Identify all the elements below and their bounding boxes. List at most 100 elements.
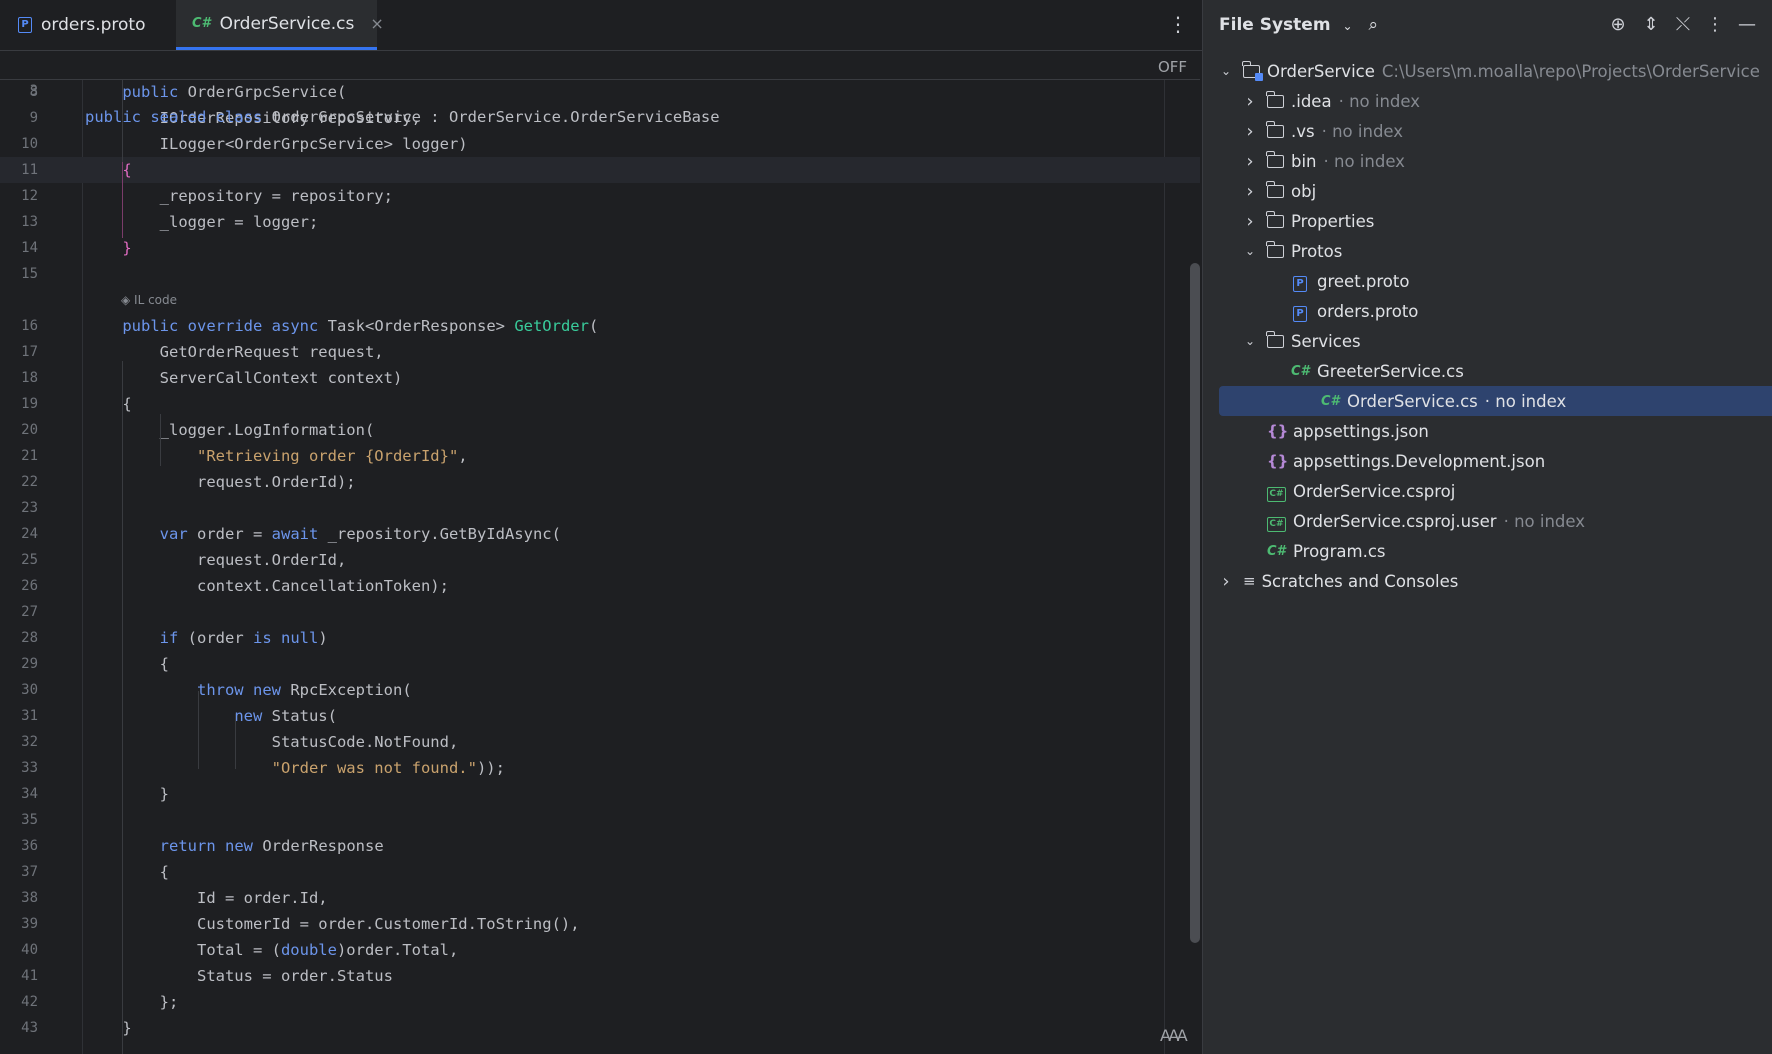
tree-item-label: Properties bbox=[1291, 211, 1375, 231]
tab-orderservice-cs[interactable]: C# OrderService.cs × bbox=[176, 0, 384, 50]
code-line[interactable]: 28 if (order is null) bbox=[0, 625, 1200, 651]
il-code-hint[interactable]: ◈ IL code bbox=[121, 290, 177, 310]
line-number: 16 bbox=[21, 318, 38, 334]
tree-item-greet-proto[interactable]: Pgreet.proto bbox=[1267, 266, 1409, 296]
code-line[interactable]: 8 public OrderGrpcService( bbox=[0, 79, 1200, 105]
code-line[interactable]: 11 { bbox=[0, 157, 1200, 183]
reader-mode-icon[interactable]: AAA bbox=[1160, 1026, 1188, 1045]
chevron-right-icon[interactable]: › bbox=[1243, 121, 1257, 142]
code-line[interactable]: 37 { bbox=[0, 859, 1200, 885]
csproj-glyph: C# bbox=[1267, 486, 1286, 502]
code-line[interactable]: 23 bbox=[0, 495, 1200, 521]
tree-item-orderservice-csproj[interactable]: C# OrderService.csproj bbox=[1243, 476, 1455, 506]
line-number: 43 bbox=[21, 1020, 38, 1036]
code-line[interactable]: 35 bbox=[0, 807, 1200, 833]
tree-item-idea[interactable]: › .idea · no index bbox=[1243, 86, 1420, 116]
sticky-scroll-header[interactable]: 3 public sealed class OrderGrpcService :… bbox=[0, 51, 1200, 126]
code-line[interactable]: 10 ILogger<OrderGrpcService> logger) bbox=[0, 131, 1200, 157]
code-line[interactable]: 27 bbox=[0, 599, 1200, 625]
off-label[interactable]: OFF bbox=[1158, 58, 1187, 76]
tree-item-appsettings-json[interactable]: {} appsettings.json bbox=[1243, 416, 1429, 446]
code-line[interactable]: 13 _logger = logger; bbox=[0, 209, 1200, 235]
code-line[interactable]: 43 } bbox=[0, 1015, 1200, 1041]
code-line[interactable]: 31 new Status( bbox=[0, 703, 1200, 729]
chevron-right-icon[interactable]: › bbox=[1243, 91, 1257, 112]
tree-item-label: Program.cs bbox=[1293, 541, 1386, 561]
folder-icon bbox=[1266, 240, 1284, 258]
tree-item-bin[interactable]: › bin · no index bbox=[1243, 146, 1405, 176]
tree-item-scratches-and-consoles[interactable]: › ≡ Scratches and Consoles bbox=[1219, 566, 1458, 596]
code-line[interactable]: 42 }; bbox=[0, 989, 1200, 1015]
tree-item-appsettings-development-json[interactable]: {} appsettings.Development.json bbox=[1243, 446, 1545, 476]
tree-item-protos[interactable]: ⌄ Protos bbox=[1243, 236, 1342, 266]
line-number: 29 bbox=[21, 656, 38, 672]
proto-file-icon: P bbox=[1291, 301, 1309, 322]
chevron-down-icon[interactable]: ⌄ bbox=[1342, 19, 1352, 33]
tree-item-orders-proto[interactable]: Porders.proto bbox=[1267, 296, 1418, 326]
code-line[interactable]: 20 _logger.LogInformation( bbox=[0, 417, 1200, 443]
search-icon[interactable]: ⌕ bbox=[1368, 15, 1378, 35]
chevron-down-icon[interactable]: ⌄ bbox=[1243, 334, 1257, 348]
close-tab-icon[interactable]: × bbox=[370, 14, 383, 33]
code-editor[interactable]: P orders.proto C# OrderService.cs × ⋮ 3 … bbox=[0, 0, 1202, 1054]
code-line[interactable]: 38 Id = order.Id, bbox=[0, 885, 1200, 911]
options-icon[interactable]: ⋮ bbox=[1705, 14, 1725, 35]
code-line[interactable]: 36 return new OrderResponse bbox=[0, 833, 1200, 859]
code-text: StatusCode.NotFound, bbox=[85, 733, 459, 751]
tab-orders-proto[interactable]: P orders.proto bbox=[18, 0, 168, 50]
code-line[interactable]: 41 Status = order.Status bbox=[0, 963, 1200, 989]
code-line[interactable]: 39 CustomerId = order.CustomerId.ToStrin… bbox=[0, 911, 1200, 937]
line-number: 17 bbox=[21, 344, 38, 360]
code-text: GetOrderRequest request, bbox=[85, 343, 384, 361]
chevron-right-icon[interactable]: › bbox=[1243, 211, 1257, 232]
collapse-all-icon[interactable]: ⤬ bbox=[1673, 14, 1693, 35]
expand-all-icon[interactable]: ⇕ bbox=[1641, 14, 1661, 35]
code-line[interactable]: 33 "Order was not found.")); bbox=[0, 755, 1200, 781]
line-number: 15 bbox=[21, 266, 38, 282]
code-line[interactable]: 17 GetOrderRequest request, bbox=[0, 339, 1200, 365]
code-line[interactable]: 14 } bbox=[0, 235, 1200, 261]
tree-item-services[interactable]: ⌄ Services bbox=[1243, 326, 1361, 356]
code-line[interactable]: 29 { bbox=[0, 651, 1200, 677]
code-line[interactable]: 19 { bbox=[0, 391, 1200, 417]
tree-item-obj[interactable]: › obj bbox=[1243, 176, 1316, 206]
tree-item-orderservice-cs[interactable]: C# OrderService.cs · no index bbox=[1219, 386, 1772, 416]
code-line[interactable]: 32 StatusCode.NotFound, bbox=[0, 729, 1200, 755]
line-number: 33 bbox=[21, 760, 38, 776]
panel-title[interactable]: File System ⌄ ⌕ bbox=[1219, 15, 1378, 35]
more-tabs-icon[interactable]: ⋮ bbox=[1168, 14, 1188, 34]
minimize-icon[interactable]: — bbox=[1737, 14, 1757, 35]
code-line[interactable]: 34 } bbox=[0, 781, 1200, 807]
code-text: _logger.LogInformation( bbox=[85, 421, 375, 439]
code-line[interactable]: 21 "Retrieving order {OrderId}", bbox=[0, 443, 1200, 469]
code-line[interactable]: 40 Total = (double)order.Total, bbox=[0, 937, 1200, 963]
folder-icon bbox=[1266, 90, 1284, 108]
tree-item-label: orders.proto bbox=[1317, 301, 1419, 321]
code-line[interactable]: 18 ServerCallContext context) bbox=[0, 365, 1200, 391]
chevron-down-icon[interactable]: ⌄ bbox=[1219, 64, 1233, 78]
tree-item-greeterservice-cs[interactable]: C# GreeterService.cs bbox=[1267, 356, 1464, 386]
code-area[interactable]: 8 public OrderGrpcService(9 IOrderReposi… bbox=[0, 79, 1200, 1054]
chevron-right-icon[interactable]: › bbox=[1243, 181, 1257, 202]
code-line[interactable]: 16 public override async Task<OrderRespo… bbox=[0, 313, 1200, 339]
code-line[interactable]: 25 request.OrderId, bbox=[0, 547, 1200, 573]
tree-item-properties[interactable]: › Properties bbox=[1243, 206, 1374, 236]
code-line[interactable]: 24 var order = await _repository.GetById… bbox=[0, 521, 1200, 547]
tree-item-orderservice-csproj-user[interactable]: C# OrderService.csproj.user · no index bbox=[1243, 506, 1585, 536]
code-line[interactable]: 26 context.CancellationToken); bbox=[0, 573, 1200, 599]
tree-item-vs[interactable]: › .vs · no index bbox=[1243, 116, 1403, 146]
editor-scrollbar[interactable] bbox=[1190, 263, 1200, 943]
code-text: ServerCallContext context) bbox=[85, 369, 403, 387]
chevron-right-icon[interactable]: › bbox=[1219, 571, 1233, 592]
chevron-down-icon[interactable]: ⌄ bbox=[1243, 244, 1257, 258]
line-number: 19 bbox=[21, 396, 38, 412]
code-line[interactable]: 30 throw new RpcException( bbox=[0, 677, 1200, 703]
locate-file-icon[interactable]: ⊕ bbox=[1608, 14, 1628, 35]
code-line[interactable]: 22 request.OrderId); bbox=[0, 469, 1200, 495]
code-line[interactable]: 15 bbox=[0, 261, 1200, 287]
tree-item-orderservice[interactable]: ⌄ OrderService C:\Users\m.moalla\repo\Proj… bbox=[1219, 56, 1760, 86]
line-number: 22 bbox=[21, 474, 38, 490]
code-line[interactable]: 12 _repository = repository; bbox=[0, 183, 1200, 209]
tree-item-program-cs[interactable]: C# Program.cs bbox=[1243, 536, 1386, 566]
chevron-right-icon[interactable]: › bbox=[1243, 151, 1257, 172]
